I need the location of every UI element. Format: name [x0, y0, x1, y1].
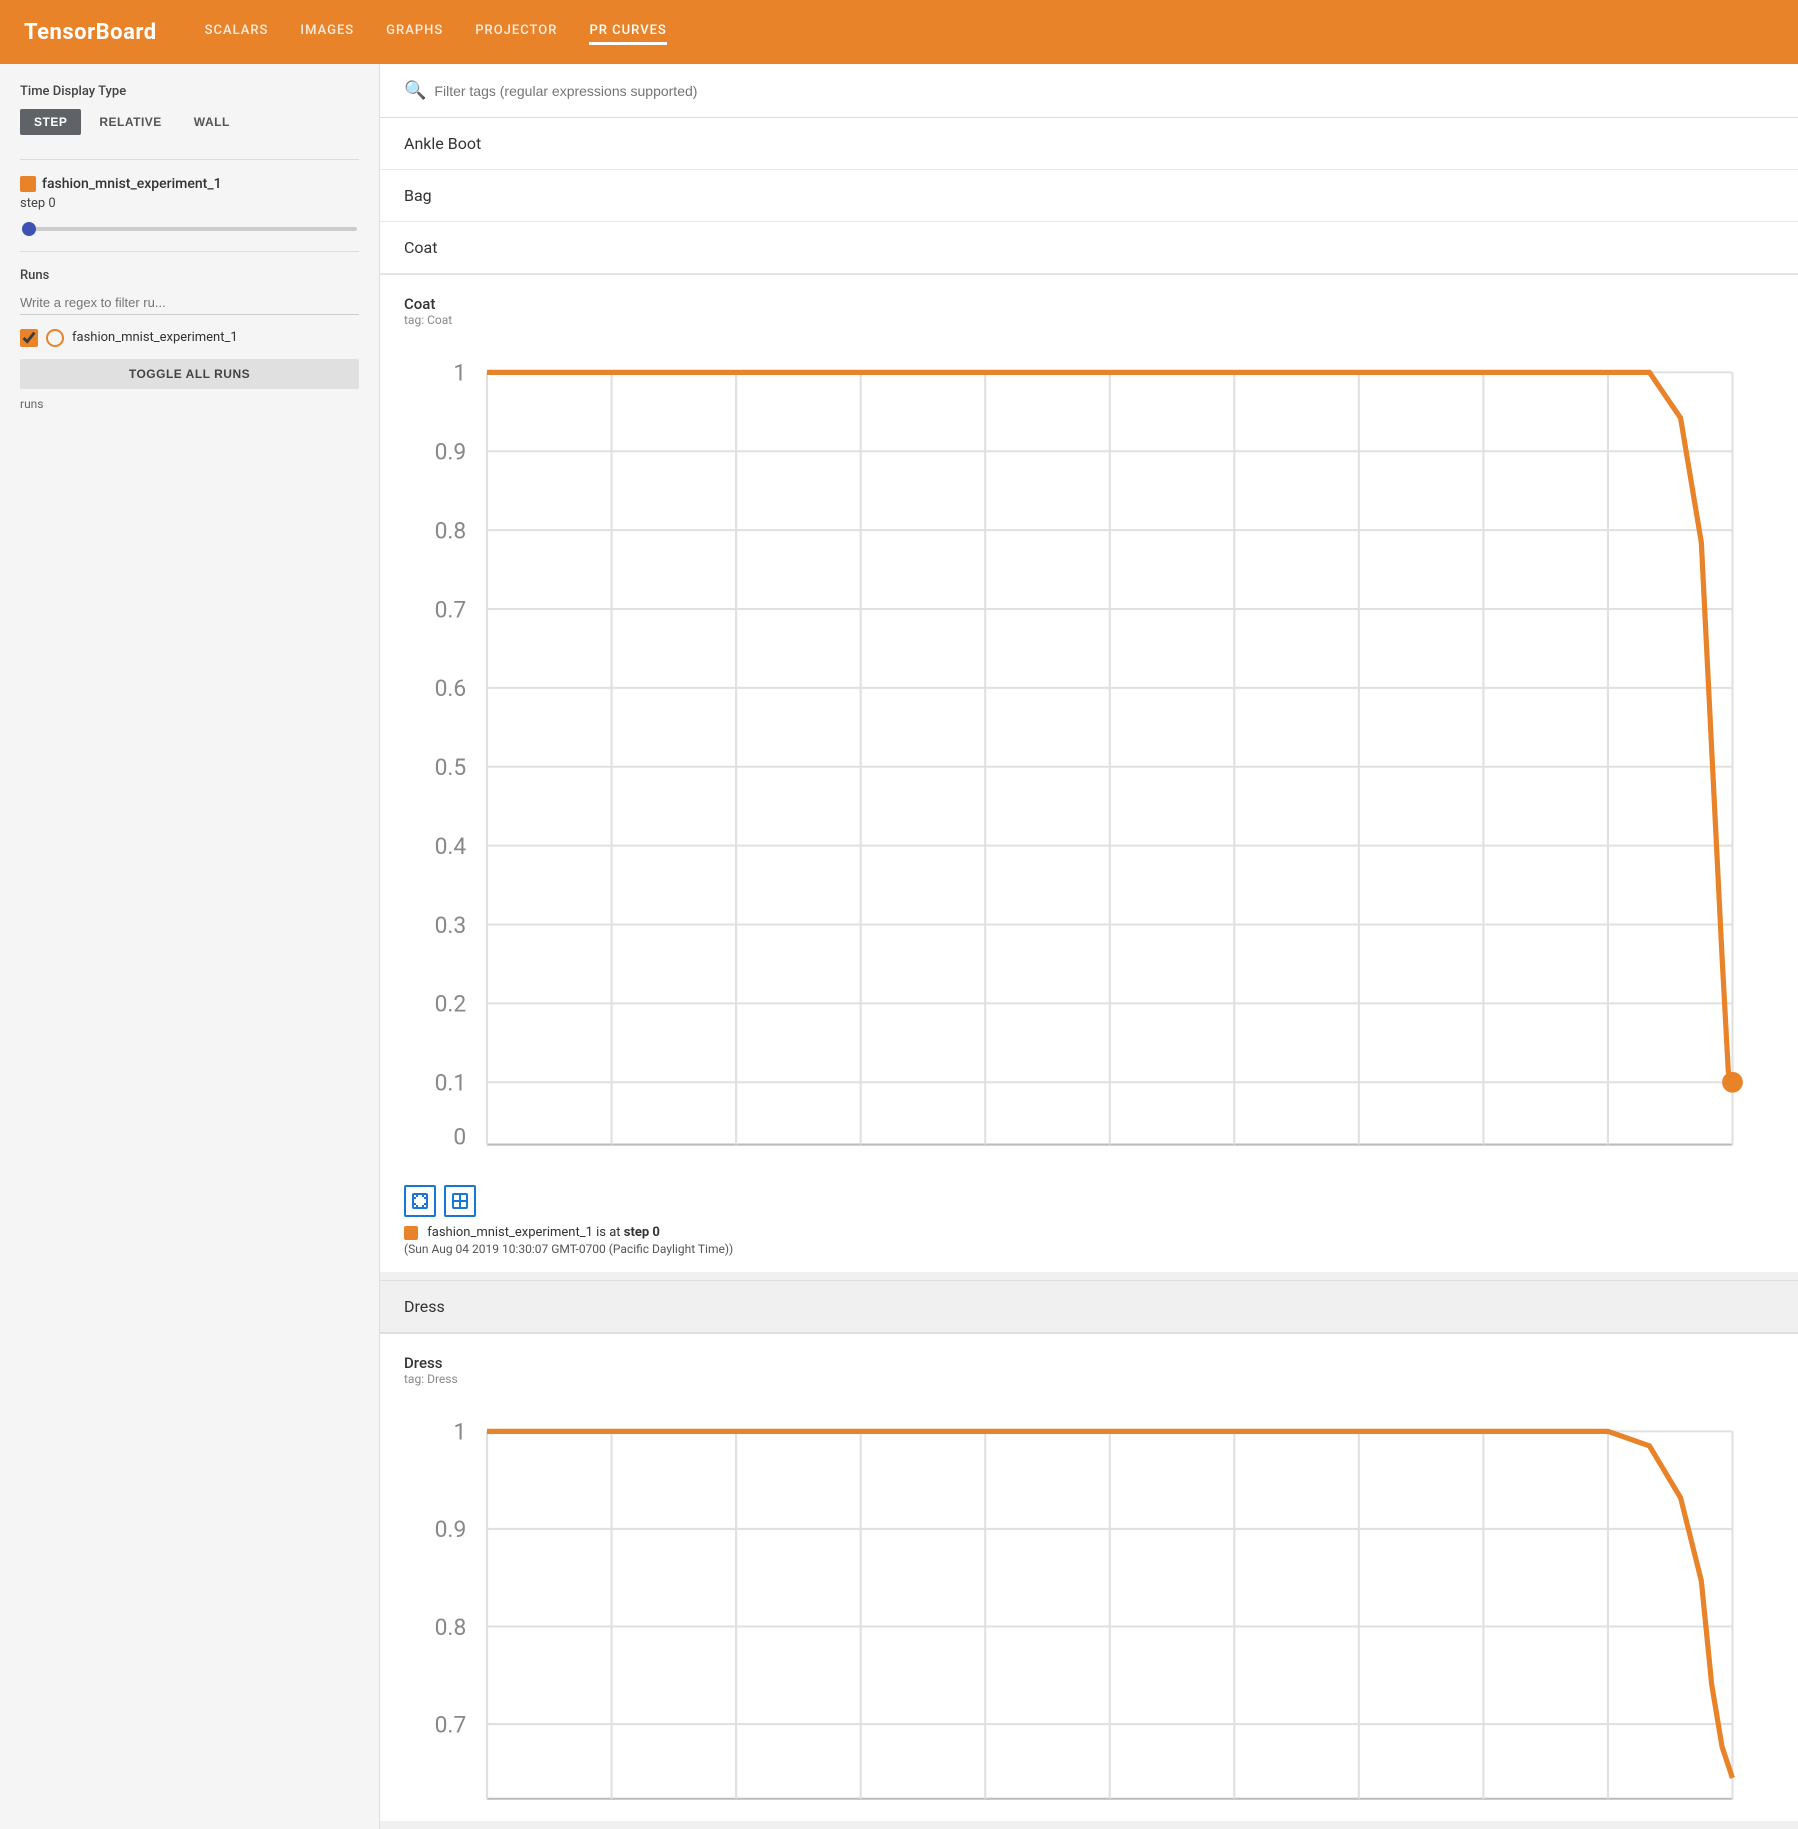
v-gridlines-coat — [487, 372, 1732, 1144]
svg-text:0.3: 0.3 — [435, 912, 467, 939]
chart-svg-coat: 1 0.9 0.8 0.7 0.6 0.5 0.4 0.3 0.2 0.1 0 — [404, 335, 1774, 1165]
time-btn-relative[interactable]: RELATIVE — [85, 109, 175, 135]
svg-text:0.8: 0.8 — [435, 1614, 467, 1641]
y-axis-coat: 1 0.9 0.8 0.7 0.6 0.5 0.4 0.3 0.2 0.1 0 — [435, 360, 467, 1151]
svg-text:0.6: 0.6 — [435, 675, 467, 702]
time-btn-step[interactable]: STEP — [20, 109, 81, 135]
section-divider-dress[interactable]: Dress — [380, 1280, 1798, 1333]
header: TensorBoard SCALARS IMAGES GRAPHS PROJEC… — [0, 0, 1798, 64]
logo: TensorBoard — [24, 20, 157, 45]
divider-2 — [20, 251, 359, 252]
time-btn-wall[interactable]: WALL — [180, 109, 244, 135]
svg-text:1: 1 — [453, 360, 466, 387]
svg-text:0: 0 — [481, 1161, 494, 1165]
svg-text:0.5: 0.5 — [435, 754, 467, 781]
svg-text:0.5: 0.5 — [1094, 1161, 1126, 1165]
svg-text:0.1: 0.1 — [596, 1161, 628, 1165]
svg-text:0.7: 0.7 — [435, 1712, 467, 1739]
sidebar: Time Display Type STEP RELATIVE WALL fas… — [0, 64, 380, 1829]
x-axis-coat: 0 0.1 0.2 0.3 0.4 0.5 0.6 0.7 0.8 0.9 1 — [481, 1161, 1739, 1165]
tag-list: Ankle Boot Bag Coat — [380, 118, 1798, 274]
svg-text:0.1: 0.1 — [435, 1070, 467, 1097]
nav-projector[interactable]: PROJECTOR — [475, 19, 557, 45]
legend-run-coat: fashion_mnist_experiment_1 — [427, 1225, 593, 1240]
svg-text:1: 1 — [1726, 1161, 1739, 1165]
svg-text:0.7: 0.7 — [435, 596, 467, 623]
y-axis-dress: 1 0.9 0.8 0.7 — [435, 1419, 467, 1739]
svg-text:0.9: 0.9 — [435, 439, 467, 466]
time-display-label: Time Display Type — [20, 84, 359, 99]
svg-text:0.9: 0.9 — [435, 1517, 467, 1544]
filter-bar: 🔍 — [380, 64, 1798, 118]
runs-title: Runs — [20, 268, 359, 283]
run-item: fashion_mnist_experiment_1 — [20, 329, 359, 347]
run-checkbox[interactable] — [20, 329, 38, 347]
chart-legend-coat: fashion_mnist_experiment_1 is at step 0 — [404, 1225, 1774, 1240]
svg-text:0.3: 0.3 — [845, 1161, 877, 1165]
run-name: fashion_mnist_experiment_1 — [42, 176, 222, 192]
runs-filter-input[interactable] — [20, 291, 359, 315]
svg-text:0.9: 0.9 — [1592, 1161, 1624, 1165]
svg-text:0.2: 0.2 — [435, 991, 467, 1018]
nav-graphs[interactable]: GRAPHS — [386, 19, 443, 45]
svg-text:0: 0 — [453, 1124, 466, 1151]
layout: Time Display Type STEP RELATIVE WALL fas… — [0, 64, 1798, 1829]
svg-text:0.8: 0.8 — [435, 517, 467, 544]
search-icon: 🔍 — [404, 80, 426, 101]
chart-svg-dress: 1 0.9 0.8 0.7 — [404, 1394, 1774, 1809]
svg-text:0.2: 0.2 — [720, 1161, 752, 1165]
legend-step-coat: step 0 — [624, 1225, 660, 1240]
runs-section: Runs fashion_mnist_experiment_1 TOGGLE A… — [20, 268, 359, 411]
time-display-section: Time Display Type STEP RELATIVE WALL — [20, 84, 359, 135]
filter-input[interactable] — [434, 83, 1774, 99]
step-slider[interactable] — [22, 227, 357, 231]
chart-subtitle-coat: tag: Coat — [404, 313, 1774, 327]
run-name-line: fashion_mnist_experiment_1 — [20, 176, 359, 192]
chart-subtitle-dress: tag: Dress — [404, 1372, 1774, 1386]
runs-footer: runs — [20, 397, 359, 411]
nav: SCALARS IMAGES GRAPHS PROJECTOR PR CURVE… — [205, 19, 1774, 45]
chart-footer-coat: fashion_mnist_experiment_1 is at step 0 … — [380, 1177, 1798, 1272]
tag-row-coat[interactable]: Coat — [380, 222, 1798, 274]
svg-text:0.6: 0.6 — [1218, 1161, 1250, 1165]
chart-card-coat: Coat tag: Coat 1 0.9 0.8 0.7 0.6 0.5 0 — [380, 274, 1798, 1272]
nav-scalars[interactable]: SCALARS — [205, 19, 269, 45]
time-buttons: STEP RELATIVE WALL — [20, 109, 359, 135]
chart-header-coat: Coat tag: Coat — [380, 275, 1798, 335]
legend-color-coat — [404, 1226, 418, 1240]
chart-header-dress: Dress tag: Dress — [380, 1334, 1798, 1394]
tag-row-bag[interactable]: Bag — [380, 170, 1798, 222]
toggle-all-runs-button[interactable]: TOGGLE ALL RUNS — [20, 359, 359, 389]
svg-text:0.4: 0.4 — [435, 833, 467, 860]
nav-images[interactable]: IMAGES — [300, 19, 354, 45]
divider-1 — [20, 159, 359, 160]
nav-pr-curves[interactable]: PR CURVES — [589, 19, 666, 45]
chart-card-dress: Dress tag: Dress — [380, 1333, 1798, 1821]
run-item-name: fashion_mnist_experiment_1 — [72, 329, 238, 347]
chart-area-dress: 1 0.9 0.8 0.7 — [380, 1394, 1798, 1821]
run-color-swatch — [20, 176, 36, 192]
v-gridlines-dress — [487, 1432, 1732, 1799]
svg-text:1: 1 — [453, 1419, 466, 1446]
chart-title-coat: Coat — [404, 295, 1774, 313]
curve-endpoint-coat — [1722, 1072, 1743, 1093]
chart-icons-coat — [404, 1185, 1774, 1217]
main-content: 🔍 Ankle Boot Bag Coat Coat tag: Coat — [380, 64, 1798, 1829]
chart-legend-time-coat: (Sun Aug 04 2019 10:30:07 GMT-0700 (Paci… — [404, 1242, 1774, 1256]
chart-area-coat: 1 0.9 0.8 0.7 0.6 0.5 0.4 0.3 0.2 0.1 0 — [380, 335, 1798, 1177]
toggle-lines-button-coat[interactable] — [444, 1185, 476, 1217]
tag-row-ankle-boot[interactable]: Ankle Boot — [380, 118, 1798, 170]
run-radio-indicator — [46, 329, 64, 347]
svg-text:0.4: 0.4 — [969, 1161, 1001, 1165]
step-slider-wrap — [20, 219, 359, 235]
fit-axes-button-coat[interactable] — [404, 1185, 436, 1217]
step-label: step 0 — [20, 196, 359, 211]
svg-text:0.8: 0.8 — [1468, 1161, 1500, 1165]
chart-title-dress: Dress — [404, 1354, 1774, 1372]
svg-text:0.7: 0.7 — [1343, 1161, 1375, 1165]
